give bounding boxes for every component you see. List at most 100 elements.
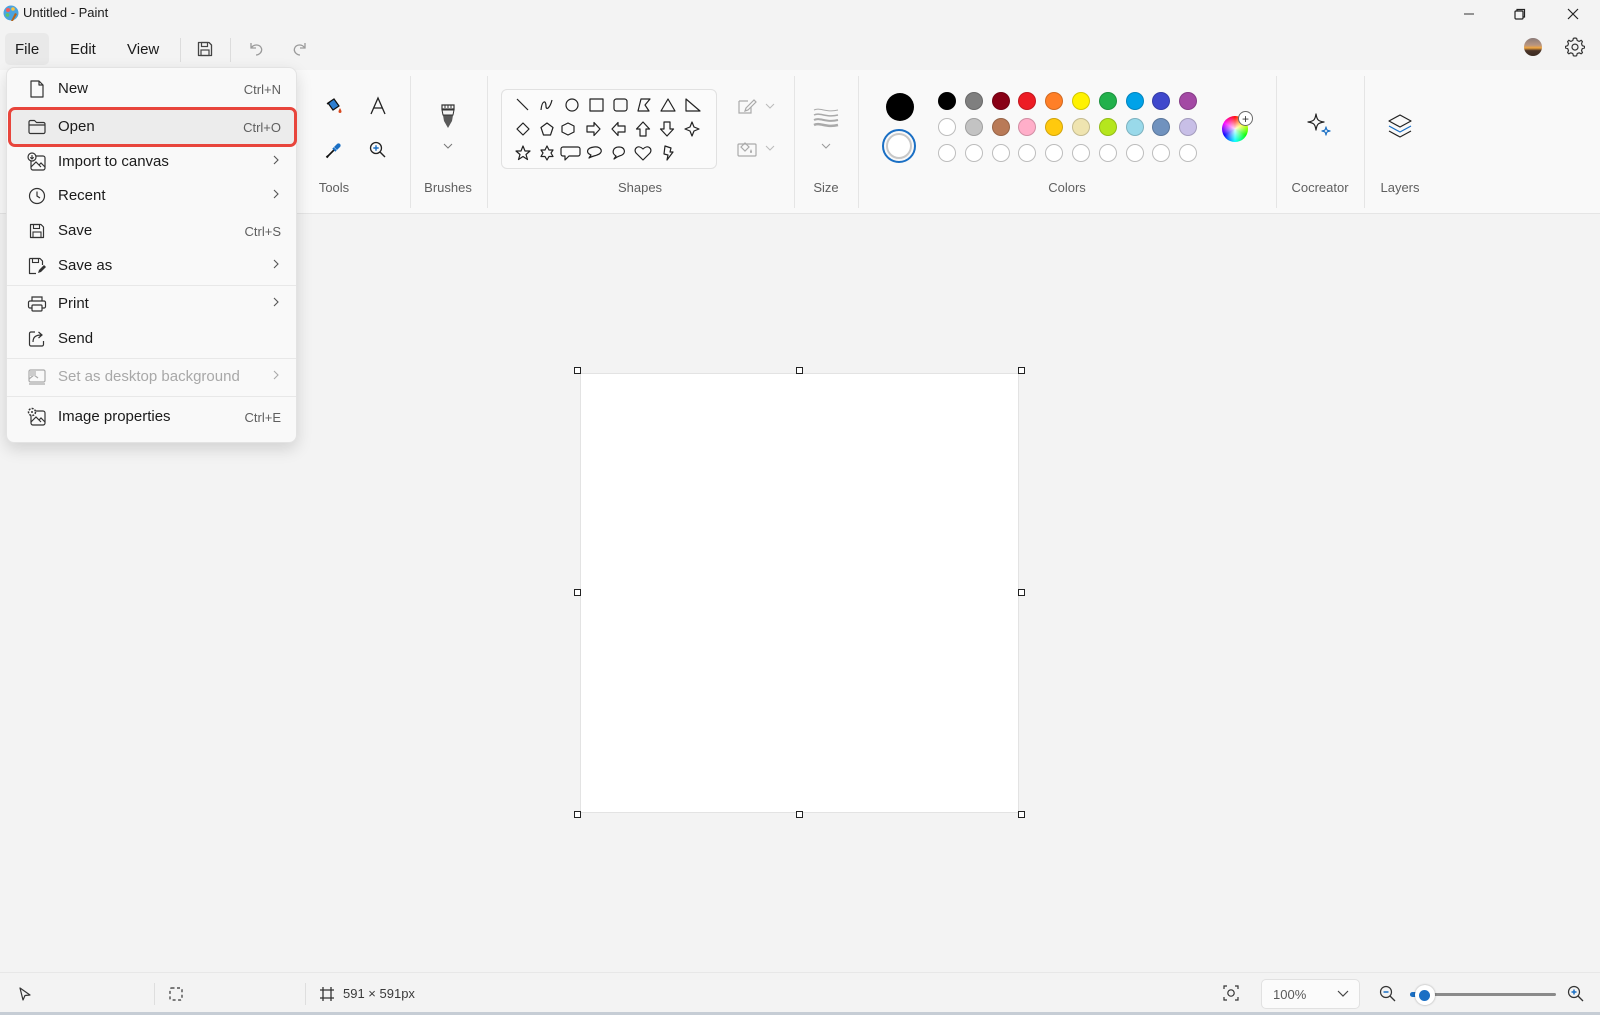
color-swatch[interactable] bbox=[964, 92, 983, 110]
custom-color-slot[interactable] bbox=[1179, 144, 1198, 162]
restore-button[interactable] bbox=[1497, 0, 1543, 28]
file-menu-print[interactable]: Print bbox=[11, 287, 294, 321]
shape-heart[interactable] bbox=[634, 146, 652, 161]
settings-button[interactable] bbox=[1563, 35, 1587, 59]
menu-file[interactable]: File bbox=[5, 33, 50, 65]
file-menu-recent[interactable]: Recent bbox=[11, 179, 294, 213]
color-swatch[interactable] bbox=[1098, 118, 1117, 136]
file-menu-save[interactable]: Save Ctrl+S bbox=[11, 214, 294, 248]
shape-polygon[interactable] bbox=[637, 98, 651, 112]
color-swatch[interactable] bbox=[938, 118, 956, 136]
custom-color-slot[interactable] bbox=[1045, 144, 1064, 162]
custom-color-slot[interactable] bbox=[1125, 144, 1144, 162]
shape-four-point-star[interactable] bbox=[684, 121, 700, 137]
secondary-color-swatch[interactable] bbox=[882, 129, 916, 163]
shape-pentagon[interactable] bbox=[540, 122, 554, 136]
shape-hexagon[interactable] bbox=[561, 122, 575, 136]
shape-lightning[interactable] bbox=[663, 145, 674, 161]
fill-tool[interactable] bbox=[320, 92, 348, 120]
color-swatch[interactable] bbox=[1179, 118, 1198, 136]
shape-cloud-callout[interactable] bbox=[612, 146, 625, 160]
size-button[interactable] bbox=[812, 104, 840, 132]
color-swatch[interactable] bbox=[1152, 118, 1171, 136]
color-swatch[interactable] bbox=[964, 118, 983, 136]
custom-color-slot[interactable] bbox=[1072, 144, 1090, 162]
color-swatch[interactable] bbox=[1072, 118, 1090, 136]
shape-left-arrow[interactable] bbox=[611, 121, 626, 137]
color-swatch[interactable] bbox=[1098, 92, 1117, 110]
custom-color-slot[interactable] bbox=[964, 144, 983, 162]
file-menu-new[interactable]: New Ctrl+N bbox=[11, 72, 294, 106]
fit-to-window-button[interactable] bbox=[1222, 984, 1240, 1007]
menu-view[interactable]: View bbox=[117, 33, 169, 65]
resize-handle-top-right[interactable] bbox=[1018, 367, 1025, 374]
resize-handle-top-left[interactable] bbox=[574, 367, 581, 374]
shape-five-point-star[interactable] bbox=[515, 145, 531, 161]
drawing-canvas[interactable] bbox=[580, 373, 1019, 813]
shape-right-arrow[interactable] bbox=[586, 121, 601, 137]
zoom-in-button[interactable] bbox=[1566, 984, 1586, 1009]
file-menu-save-as[interactable]: Save as bbox=[11, 249, 294, 283]
custom-color-slot[interactable] bbox=[1098, 144, 1117, 162]
shape-right-triangle[interactable] bbox=[685, 98, 701, 112]
shape-rectangle[interactable] bbox=[589, 98, 604, 112]
color-swatch[interactable] bbox=[1018, 92, 1037, 110]
color-swatch[interactable] bbox=[1045, 118, 1064, 136]
shape-diamond[interactable] bbox=[516, 122, 530, 136]
file-menu-send[interactable]: Send bbox=[11, 322, 294, 356]
undo-button[interactable] bbox=[242, 36, 270, 62]
shape-fill-dropdown[interactable] bbox=[756, 134, 784, 162]
file-menu-import-to-canvas[interactable]: Import to canvas bbox=[11, 145, 294, 179]
cocreator-button[interactable] bbox=[1306, 112, 1334, 140]
color-swatch[interactable] bbox=[1125, 118, 1144, 136]
account-avatar[interactable] bbox=[1524, 38, 1542, 56]
custom-color-slot[interactable] bbox=[991, 144, 1010, 162]
brushes-button[interactable] bbox=[434, 102, 462, 130]
color-swatch[interactable] bbox=[938, 92, 956, 110]
zoom-slider-thumb[interactable] bbox=[1414, 985, 1435, 1005]
zoom-level-select[interactable]: 100% bbox=[1261, 979, 1360, 1009]
menu-edit[interactable]: Edit bbox=[60, 33, 106, 65]
color-swatch[interactable] bbox=[1152, 92, 1171, 110]
primary-color-swatch[interactable] bbox=[886, 93, 914, 121]
color-swatch[interactable] bbox=[1045, 92, 1064, 110]
shape-curve[interactable] bbox=[540, 99, 553, 111]
zoom-out-button[interactable] bbox=[1378, 984, 1398, 1009]
shape-down-arrow[interactable] bbox=[659, 121, 675, 137]
shape-rounded-rectangle[interactable] bbox=[613, 98, 628, 112]
shape-oval[interactable] bbox=[565, 98, 579, 112]
custom-color-slot[interactable] bbox=[1152, 144, 1171, 162]
brushes-dropdown[interactable] bbox=[434, 132, 462, 160]
magnifier-tool[interactable] bbox=[364, 136, 392, 164]
text-tool[interactable] bbox=[364, 92, 392, 120]
shape-up-arrow[interactable] bbox=[635, 121, 651, 137]
custom-color-slot[interactable] bbox=[938, 144, 956, 162]
layers-button[interactable] bbox=[1386, 112, 1414, 140]
shape-line[interactable] bbox=[516, 98, 529, 111]
color-picker-tool[interactable] bbox=[320, 136, 348, 164]
resize-handle-bottom[interactable] bbox=[796, 811, 803, 818]
redo-button[interactable] bbox=[286, 36, 314, 62]
minimize-button[interactable] bbox=[1446, 0, 1492, 28]
resize-handle-right[interactable] bbox=[1018, 589, 1025, 596]
resize-handle-left[interactable] bbox=[574, 589, 581, 596]
shape-triangle[interactable] bbox=[660, 98, 676, 112]
color-swatch[interactable] bbox=[1018, 118, 1037, 136]
close-button[interactable] bbox=[1550, 0, 1596, 28]
resize-handle-top[interactable] bbox=[796, 367, 803, 374]
custom-color-slot[interactable] bbox=[1018, 144, 1037, 162]
file-menu-image-properties[interactable]: Image properties Ctrl+E bbox=[11, 400, 294, 434]
shape-rounded-callout[interactable] bbox=[560, 146, 581, 161]
resize-handle-bottom-right[interactable] bbox=[1018, 811, 1025, 818]
color-swatch[interactable] bbox=[1072, 92, 1090, 110]
shape-six-point-star[interactable] bbox=[540, 145, 554, 161]
size-dropdown[interactable] bbox=[812, 132, 840, 160]
color-swatch[interactable] bbox=[991, 92, 1010, 110]
color-swatch[interactable] bbox=[1179, 92, 1198, 110]
color-swatch[interactable] bbox=[991, 118, 1010, 136]
quick-save-button[interactable] bbox=[191, 36, 219, 62]
shape-oval-callout[interactable] bbox=[587, 146, 602, 159]
color-swatch[interactable] bbox=[1125, 92, 1144, 110]
file-menu-open[interactable]: Open Ctrl+O bbox=[8, 107, 297, 147]
resize-handle-bottom-left[interactable] bbox=[574, 811, 581, 818]
